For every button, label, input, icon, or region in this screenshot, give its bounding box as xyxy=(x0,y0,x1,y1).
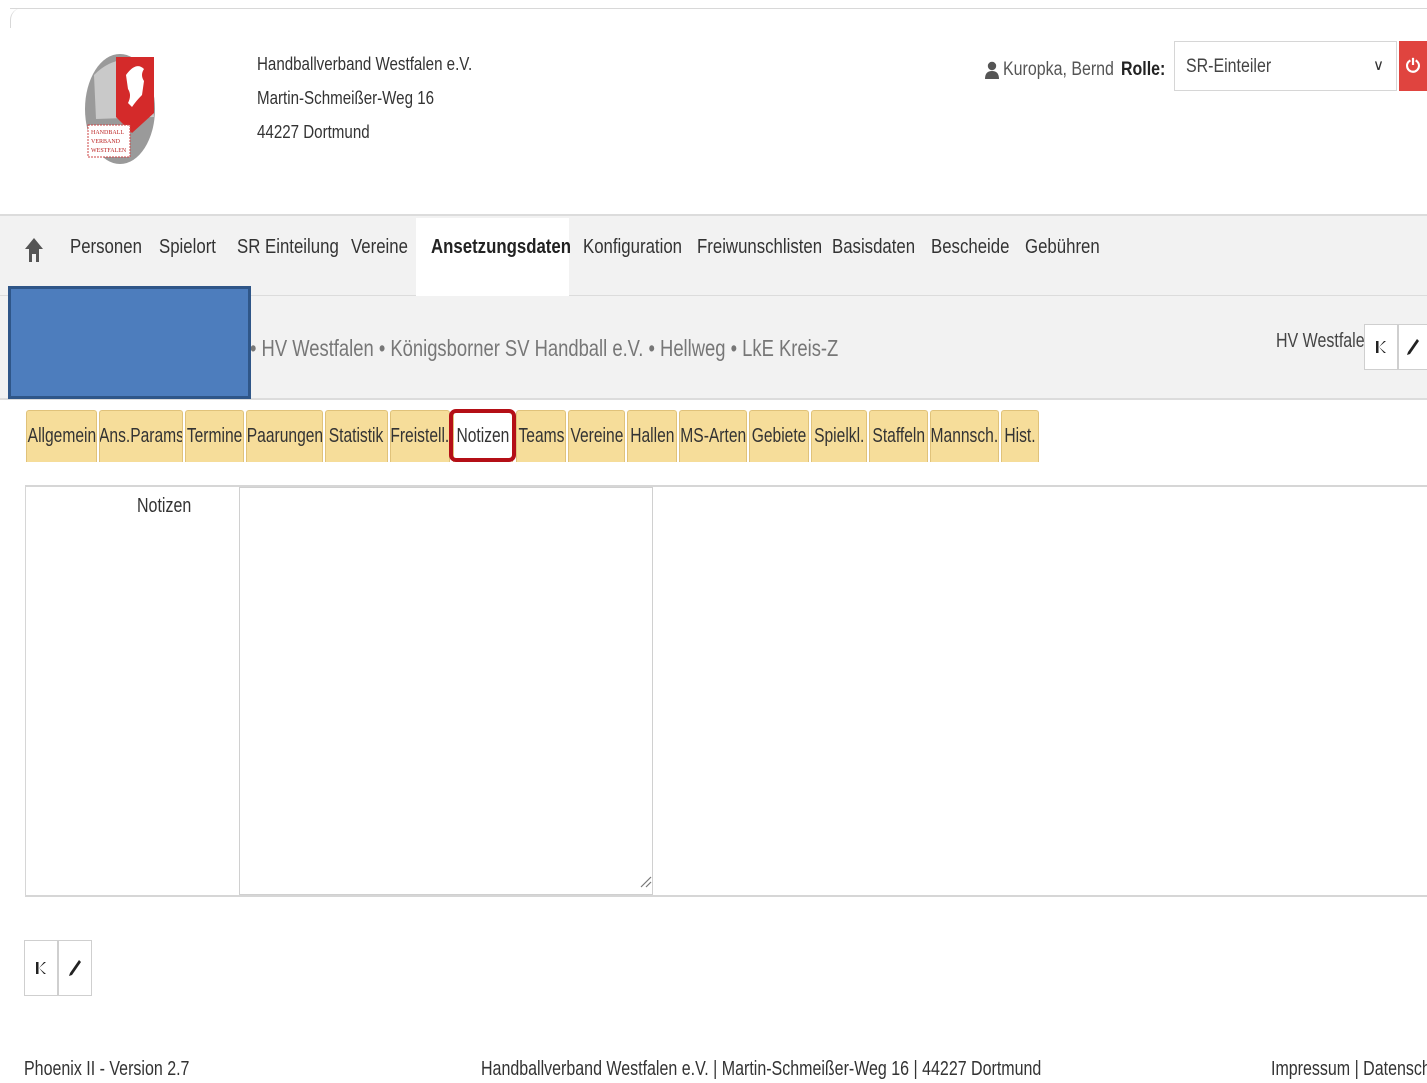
role-select[interactable]: SR-Einteiler ∨ xyxy=(1174,41,1397,91)
footer-version: Phoenix II - Version 2.7 xyxy=(24,1058,190,1080)
nav-item-spielort[interactable]: Spielort xyxy=(159,236,216,259)
role-label: Rolle: xyxy=(1121,59,1166,80)
pencil-icon xyxy=(1407,339,1419,355)
tab-ans-params[interactable]: Ans.Params xyxy=(99,410,183,462)
tab-content-panel xyxy=(25,485,1427,897)
logo-text-line3: WESTFALEN xyxy=(91,148,127,154)
resize-grip-icon[interactable] xyxy=(638,874,652,888)
nav-item-freiwunschlisten[interactable]: Freiwunschlisten xyxy=(697,236,822,259)
bottom-first-record-button[interactable] xyxy=(24,940,58,996)
skip-first-icon xyxy=(1376,341,1386,353)
nav-item-gebuehren[interactable]: Gebühren xyxy=(1025,236,1100,259)
tab-vereine[interactable]: Vereine xyxy=(568,410,625,462)
tab-statistik[interactable]: Statistik xyxy=(325,410,388,462)
tab-freistell[interactable]: Freistell. xyxy=(390,410,450,462)
verband-logo: HANDBALL VERBAND WESTFALEN xyxy=(85,54,155,164)
tab-staffeln[interactable]: Staffeln xyxy=(869,410,928,462)
tab-allgemein[interactable]: Allgemein xyxy=(26,410,97,462)
logo-text-line1: HANDBALL xyxy=(91,130,124,136)
tab-highlight-frame xyxy=(449,409,516,462)
power-icon: ⏻ xyxy=(1405,55,1421,76)
breadcrumb[interactable]: • HV Westfalen • Königsborner SV Handbal… xyxy=(250,335,838,362)
logo-text-line2: VERBAND xyxy=(91,139,121,145)
tab-paarungen[interactable]: Paarungen xyxy=(246,410,323,462)
first-record-button[interactable] xyxy=(1364,324,1398,370)
nav-item-vereine[interactable]: Vereine xyxy=(351,236,408,259)
tab-termine[interactable]: Termine xyxy=(185,410,244,462)
user-info: Kuropka, Bernd Rolle: xyxy=(985,56,1181,84)
tab-hallen[interactable]: Hallen xyxy=(627,410,677,462)
org-city: 44227 Dortmund xyxy=(257,122,370,142)
page-frame-top xyxy=(10,8,1427,9)
skip-first-icon xyxy=(36,962,46,974)
nav-item-konfiguration[interactable]: Konfiguration xyxy=(583,236,682,259)
nav-item-personen[interactable]: Personen xyxy=(70,236,142,259)
breadcrumb-scope: HV Westfalen xyxy=(1276,330,1374,352)
org-address: Handballverband Westfalen e.V. Martin-Sc… xyxy=(257,47,472,149)
tab-mannsch[interactable]: Mannsch. xyxy=(930,410,999,462)
logout-button[interactable]: ⏻ xyxy=(1399,41,1427,91)
notes-label: Notizen xyxy=(137,495,192,517)
redaction-box xyxy=(8,286,251,399)
home-icon[interactable] xyxy=(24,236,44,264)
nav-item-ansetzungsdaten[interactable]: Ansetzungsdaten xyxy=(431,236,571,259)
footer-address: Handballverband Westfalen e.V. | Martin-… xyxy=(481,1058,1042,1080)
tab-gebiete[interactable]: Gebiete xyxy=(749,410,809,462)
org-street: Martin-Schmeißer-Weg 16 xyxy=(257,88,435,108)
user-icon xyxy=(985,61,999,79)
user-name[interactable]: Kuropka, Bernd xyxy=(1003,59,1114,81)
footer-links[interactable]: Impressum | Datenschutz xyxy=(1271,1058,1427,1081)
edit-button[interactable] xyxy=(1398,324,1427,370)
page-frame-corner xyxy=(10,8,25,28)
nav-item-sr-einteilung[interactable]: SR Einteilung xyxy=(237,236,339,259)
org-name: Handballverband Westfalen e.V. xyxy=(257,54,473,74)
pencil-icon xyxy=(69,960,81,976)
role-select-value: SR-Einteiler xyxy=(1186,56,1272,77)
chevron-down-icon: ∨ xyxy=(1373,57,1384,74)
tab-hist[interactable]: Hist. xyxy=(1001,410,1039,462)
bottom-edit-button[interactable] xyxy=(58,940,92,996)
tab-spielkl[interactable]: Spielkl. xyxy=(811,410,867,462)
nav-item-bescheide[interactable]: Bescheide xyxy=(931,236,1009,259)
tab-teams[interactable]: Teams xyxy=(516,410,566,462)
notes-textarea[interactable] xyxy=(239,487,653,895)
nav-item-basisdaten[interactable]: Basisdaten xyxy=(832,236,915,259)
tab-ms-arten[interactable]: MS-Arten xyxy=(679,410,747,462)
